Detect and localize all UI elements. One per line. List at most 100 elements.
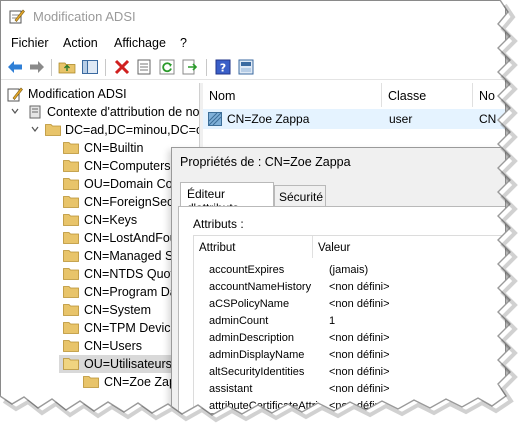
attribute-row[interactable]: aCSPolicyName <non défini>: [194, 296, 505, 313]
tree-label: CN=Builtin: [84, 141, 144, 155]
tree-item[interactable]: OU=Domain Co: [1, 175, 199, 193]
folder-icon: [63, 214, 79, 226]
tree-item-user[interactable]: CN=Zoe Zappa: [1, 373, 199, 391]
server-icon: [29, 105, 41, 119]
chevron-down-icon[interactable]: [31, 125, 39, 133]
folder-icon: [63, 286, 79, 298]
refresh-icon[interactable]: [158, 58, 176, 76]
back-icon[interactable]: [6, 58, 24, 76]
menu-help[interactable]: ?: [180, 36, 187, 50]
column-header-nom[interactable]: Nom: [203, 83, 382, 107]
tree-item[interactable]: CN=Users: [1, 337, 199, 355]
attribute-row[interactable]: accountNameHistory <non défini>: [194, 279, 505, 296]
chevron-down-icon[interactable]: [11, 107, 19, 115]
folder-icon: [45, 124, 61, 136]
tree-context[interactable]: Contexte d'attribution de no: [1, 103, 199, 121]
tree-item[interactable]: CN=TPM Device: [1, 319, 199, 337]
tree-label: CN=System: [84, 303, 152, 317]
folder-icon: [63, 142, 79, 154]
tree-domain[interactable]: DC=ad,DC=minou,DC=c: [1, 121, 199, 139]
tree-pane: Modification ADSI Contexte d'attribution…: [1, 83, 199, 413]
list-cell-dn: CN: [479, 112, 497, 126]
toolbar-separator: [51, 59, 52, 76]
attribute-row[interactable]: altSecurityIdentities <non défini>: [194, 364, 505, 381]
tree-root[interactable]: Modification ADSI: [1, 85, 199, 103]
tree-label: CN=Program Da: [84, 285, 177, 299]
folder-icon: [63, 178, 79, 190]
object-list: Nom Classe No CN=Zoe Zappa user CN: [203, 83, 505, 143]
tree-label: CN=LostAndFou: [84, 231, 177, 245]
menu-affichage[interactable]: Affichage: [114, 36, 166, 50]
tree-label: Contexte d'attribution de no: [47, 105, 199, 119]
tree-label: CN=ForeignSecu: [84, 195, 181, 209]
tree-item[interactable]: CN=Keys: [1, 211, 199, 229]
adsi-edit-app-icon: [9, 9, 25, 24]
tree-item[interactable]: CN=Managed S: [1, 247, 199, 265]
tree-label: CN=Managed S: [84, 249, 174, 263]
tree-label: Modification ADSI: [28, 87, 127, 101]
tree-label: CN=NTDS Quota: [84, 267, 181, 281]
tree-item[interactable]: CN=Computers: [1, 157, 199, 175]
adsi-edit-app-icon: [7, 87, 23, 102]
tree-item[interactable]: CN=ForeignSecu: [1, 193, 199, 211]
tree-item[interactable]: CN=System: [1, 301, 199, 319]
properties-icon[interactable]: [135, 58, 153, 76]
dialog-title: Propriétés de : CN=Zoe Zappa: [180, 155, 351, 169]
svg-text:?: ?: [220, 62, 226, 75]
tree-label: DC=ad,DC=minou,DC=c: [65, 123, 199, 137]
menu-action[interactable]: Action: [63, 36, 98, 50]
folder-icon: [63, 322, 79, 334]
window-title: Modification ADSI: [33, 9, 136, 24]
export-icon[interactable]: [181, 58, 199, 76]
folder-icon: [63, 232, 79, 244]
tab-attribute-editor[interactable]: Éditeur d'attributs: [180, 182, 274, 215]
title-bar: Modification ADSI: [1, 1, 505, 31]
attribute-row[interactable]: adminCount 1: [194, 313, 505, 330]
menu-fichier[interactable]: Fichier: [11, 36, 49, 50]
toolbar-separator: [206, 59, 207, 76]
folder-icon: [63, 250, 79, 262]
toolbar-separator: [105, 59, 106, 76]
attribute-row[interactable]: adminDescription <non défini>: [194, 330, 505, 347]
folder-icon: [63, 160, 79, 172]
help-icon[interactable]: ?: [214, 58, 232, 76]
delete-icon[interactable]: [113, 58, 131, 76]
tree-label: CN=Users: [84, 339, 142, 353]
folder-icon: [63, 196, 79, 208]
toolbar: ?: [1, 55, 505, 80]
column-header-dn[interactable]: No: [473, 83, 505, 107]
tree-label: OU=Utilisateurs: [84, 357, 172, 371]
tree-item[interactable]: CN=Program Da: [1, 283, 199, 301]
up-folder-icon[interactable]: [58, 58, 76, 76]
adsi-edit-window: Modification ADSI Fichier Action Afficha…: [0, 0, 506, 414]
attribute-row[interactable]: assistant <non défini>: [194, 381, 505, 398]
dialog-tabs: Éditeur d'attributs Sécurité: [178, 182, 505, 215]
folder-icon: [63, 340, 79, 352]
tree-item[interactable]: CN=NTDS Quota: [1, 265, 199, 283]
attribute-row[interactable]: adminDisplayName <non défini>: [194, 347, 505, 364]
attribute-row[interactable]: accountExpires (jamais): [194, 262, 505, 279]
tree-label: CN=Keys: [84, 213, 138, 227]
tree-label: CN=TPM Device: [84, 321, 178, 335]
folder-icon: [63, 304, 79, 316]
properties-dialog: Propriétés de : CN=Zoe Zappa Éditeur d'a…: [171, 147, 505, 413]
list-cell-name: CN=Zoe Zappa: [227, 112, 310, 126]
attribute-row[interactable]: attributeCertificateAttri <non défini>: [194, 398, 505, 413]
menu-bar: Fichier Action Affichage ?: [1, 33, 505, 53]
tree-item[interactable]: CN=LostAndFou: [1, 229, 199, 247]
tab-security[interactable]: Sécurité: [274, 185, 326, 206]
info-icon[interactable]: [237, 58, 255, 76]
grid-header-attribute[interactable]: Attribut: [194, 236, 313, 258]
folder-icon: [63, 268, 79, 280]
forward-icon[interactable]: [28, 58, 46, 76]
list-cell-class: user: [389, 112, 413, 126]
grid-header-value[interactable]: Valeur: [313, 236, 505, 258]
tree-label: OU=Domain Co: [84, 177, 173, 191]
user-object-icon: [208, 112, 222, 126]
column-header-classe[interactable]: Classe: [382, 83, 473, 107]
tree-item[interactable]: CN=Builtin: [1, 139, 199, 157]
folder-open-icon: [63, 358, 79, 370]
show-hide-tree-icon[interactable]: [81, 58, 99, 76]
folder-icon: [83, 376, 99, 388]
list-row[interactable]: CN=Zoe Zappa user CN: [203, 109, 505, 129]
